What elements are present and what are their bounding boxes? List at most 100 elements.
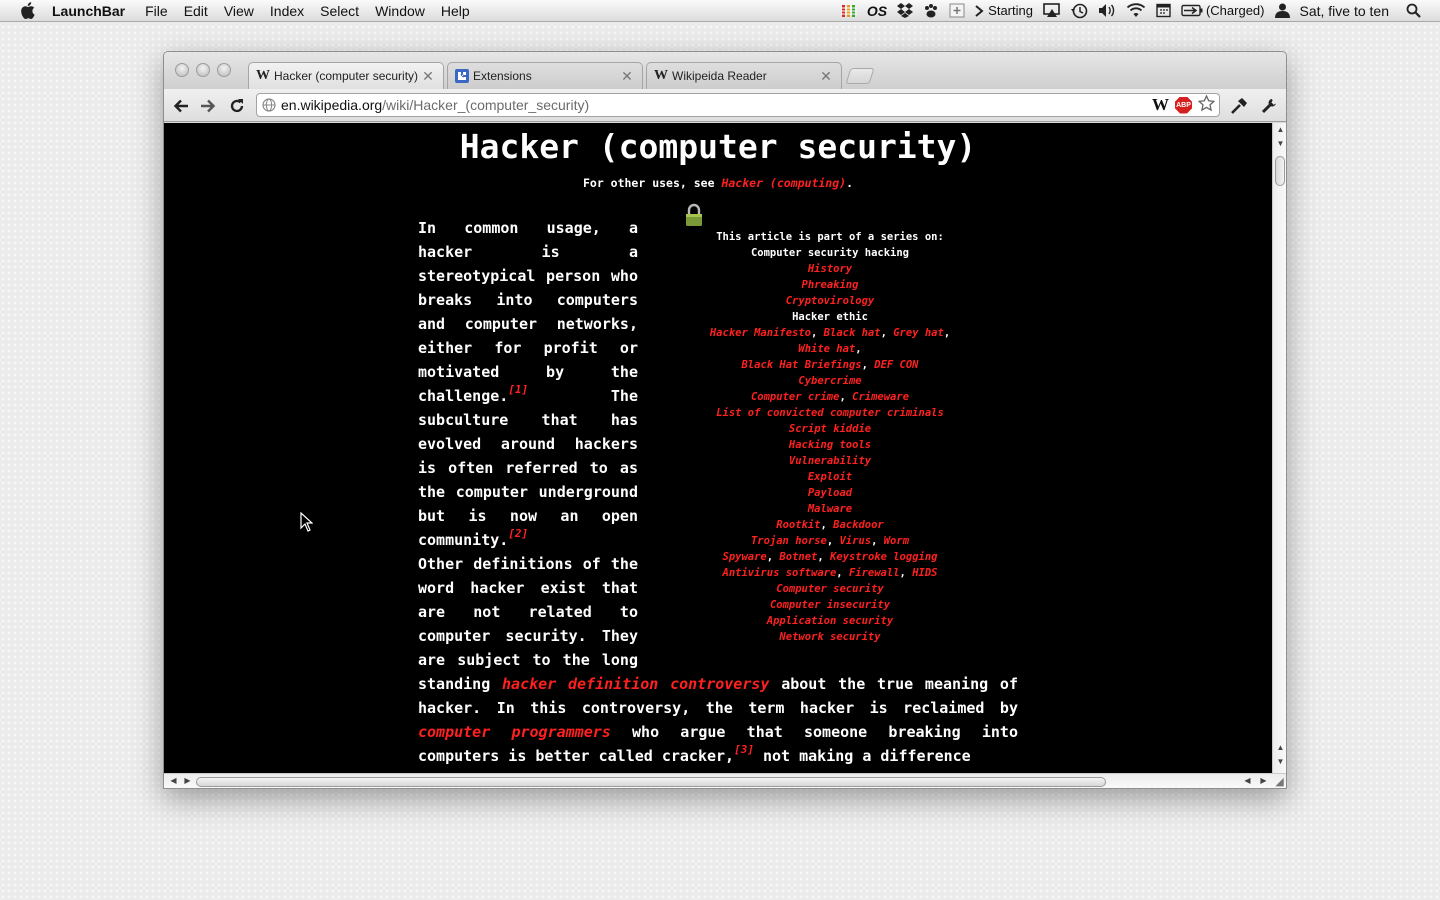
- close-window-button[interactable]: [175, 63, 189, 77]
- link-def-con[interactable]: DEF CON: [874, 359, 918, 371]
- link-computer-crime[interactable]: Computer crime: [751, 391, 840, 403]
- link-botnet[interactable]: Botnet: [779, 551, 817, 563]
- tab-hacker-computer-security[interactable]: W Hacker (computer security) ✕: [248, 62, 444, 89]
- back-button[interactable]: [170, 95, 192, 117]
- menu-window[interactable]: Window: [367, 0, 433, 22]
- menu-select[interactable]: Select: [312, 0, 367, 22]
- scroll-down-arrow-icon[interactable]: ▼: [1273, 757, 1286, 766]
- screenshot-menu-icon[interactable]: [944, 0, 970, 22]
- link-keystroke-logging[interactable]: Keystroke logging: [830, 551, 937, 563]
- scroll-down-arrow-icon[interactable]: ▼: [1273, 139, 1286, 148]
- battery-status[interactable]: (Charged): [1176, 0, 1270, 22]
- os-indicator[interactable]: OS: [862, 0, 892, 22]
- link-crimeware[interactable]: Crimeware: [852, 391, 909, 403]
- link-exploit[interactable]: Exploit: [808, 471, 852, 483]
- scroll-up-arrow-icon[interactable]: ▲: [1273, 743, 1286, 752]
- menu-help[interactable]: Help: [433, 0, 478, 22]
- tab-wikipeida-reader[interactable]: W Wikipeida Reader ✕: [646, 62, 842, 89]
- display-mirroring-icon[interactable]: [1038, 0, 1066, 22]
- link-computer-security[interactable]: Computer security: [776, 583, 883, 595]
- link-script-kiddie[interactable]: Script kiddie: [789, 423, 871, 435]
- link-computer-insecurity[interactable]: Computer insecurity: [770, 599, 890, 611]
- link-white-hat[interactable]: White hat: [798, 343, 855, 355]
- link-worm[interactable]: Worm: [884, 535, 909, 547]
- link-history[interactable]: History: [808, 263, 852, 275]
- scroll-up-arrow-icon[interactable]: ▲: [1273, 125, 1286, 134]
- link-hacking-tools[interactable]: Hacking tools: [789, 439, 871, 451]
- link-convicted-criminals[interactable]: List of convicted computer criminals: [716, 407, 944, 419]
- link-trojan-horse[interactable]: Trojan horse: [751, 535, 827, 547]
- link-application-security[interactable]: Application security: [767, 615, 893, 627]
- spotlight-search-icon[interactable]: [1394, 0, 1426, 22]
- resize-grip-icon[interactable]: ◢: [1272, 775, 1286, 788]
- calendar-icon[interactable]: [1151, 0, 1176, 22]
- vertical-scrollbar[interactable]: ▲ ▼ ▲ ▼: [1272, 123, 1286, 773]
- address-bar[interactable]: en.wikipedia.org/wiki/Hacker_(computer_s…: [256, 93, 1220, 117]
- citation-3[interactable]: [3]: [734, 743, 754, 756]
- page-content: Hacker (computer security) For other use…: [164, 123, 1272, 773]
- minimize-window-button[interactable]: [196, 63, 210, 77]
- hammer-extension-icon[interactable]: [1228, 95, 1250, 117]
- horizontal-scrollbar[interactable]: ◀ ▶ ◀ ▶ ◢: [164, 773, 1286, 788]
- tab-extensions[interactable]: Extensions ✕: [447, 62, 643, 89]
- menu-edit[interactable]: Edit: [176, 0, 216, 22]
- link-black-hat-briefings[interactable]: Black Hat Briefings: [741, 359, 861, 371]
- bookmark-star-icon[interactable]: [1197, 94, 1216, 115]
- menu-app-name[interactable]: LaunchBar: [48, 0, 137, 22]
- link-firewall[interactable]: Firewall: [849, 567, 900, 579]
- activity-status[interactable]: Starting: [970, 0, 1038, 22]
- menu-clock[interactable]: Sat, five to ten: [1295, 0, 1395, 22]
- link-grey-hat[interactable]: Grey hat: [893, 327, 944, 339]
- volume-icon[interactable]: [1093, 0, 1121, 22]
- menu-index[interactable]: Index: [262, 0, 312, 22]
- horizontal-scroll-thumb[interactable]: [196, 777, 1106, 787]
- hatnote-link[interactable]: Hacker (computing): [721, 176, 846, 190]
- close-tab-icon[interactable]: ✕: [819, 68, 833, 85]
- reload-button[interactable]: [226, 95, 248, 117]
- link-phreaking[interactable]: Phreaking: [802, 279, 859, 291]
- close-tab-icon[interactable]: ✕: [620, 68, 634, 85]
- wifi-icon[interactable]: [1121, 0, 1151, 22]
- link-vulnerability[interactable]: Vulnerability: [789, 455, 871, 467]
- wikipedia-extension-icon[interactable]: W: [1152, 95, 1169, 115]
- infobox-subject: Computer security hacking: [750, 247, 910, 259]
- scroll-right-arrow-icon[interactable]: ▶: [1256, 776, 1271, 785]
- link-virus[interactable]: Virus: [839, 535, 871, 547]
- new-tab-button[interactable]: [845, 68, 875, 84]
- link-spyware[interactable]: Spyware: [723, 551, 767, 563]
- close-tab-icon[interactable]: ✕: [421, 68, 435, 85]
- citation-1[interactable]: [1]: [508, 383, 528, 396]
- link-malware[interactable]: Malware: [808, 503, 852, 515]
- link-hacker-definition-controversy[interactable]: hacker definition controversy: [502, 675, 769, 693]
- menu-view[interactable]: View: [216, 0, 262, 22]
- status-menus: OS Starting (Charged) Sat, five to ten: [836, 0, 1440, 22]
- link-rootkit[interactable]: Rootkit: [776, 519, 820, 531]
- link-backdoor[interactable]: Backdoor: [833, 519, 884, 531]
- user-account[interactable]: [1270, 0, 1295, 22]
- apple-menu-icon[interactable]: [18, 2, 36, 20]
- link-cryptovirology[interactable]: Cryptovirology: [786, 295, 875, 307]
- scroll-left-arrow-icon[interactable]: ◀: [166, 776, 181, 785]
- link-cybercrime[interactable]: Cybercrime: [798, 375, 861, 387]
- dropbox-icon[interactable]: [892, 0, 918, 22]
- link-black-hat[interactable]: Black hat: [824, 327, 881, 339]
- scroll-right-arrow-icon[interactable]: ▶: [180, 776, 195, 785]
- zoom-window-button[interactable]: [217, 63, 231, 77]
- time-machine-icon[interactable]: [1066, 0, 1093, 22]
- network-meter-icon[interactable]: [836, 0, 862, 22]
- vertical-scroll-thumb[interactable]: [1275, 156, 1285, 186]
- link-computer-programmers[interactable]: computer programmers: [418, 723, 611, 741]
- link-hids[interactable]: HIDS: [912, 567, 937, 579]
- link-payload[interactable]: Payload: [808, 487, 852, 499]
- wrench-menu-icon[interactable]: [1258, 95, 1280, 117]
- menu-file[interactable]: File: [137, 0, 176, 22]
- link-network-security[interactable]: Network security: [779, 631, 880, 643]
- adblock-plus-icon[interactable]: ABP: [1175, 96, 1192, 114]
- forward-button[interactable]: [197, 95, 219, 117]
- citation-2[interactable]: [2]: [508, 527, 528, 540]
- growl-paw-icon[interactable]: [918, 0, 944, 22]
- scroll-left-arrow-icon[interactable]: ◀: [1240, 776, 1255, 785]
- link-antivirus-software[interactable]: Antivirus software: [723, 567, 837, 579]
- tab-strip: W Hacker (computer security) ✕ Extension…: [164, 52, 1286, 89]
- link-hacker-manifesto[interactable]: Hacker Manifesto: [710, 327, 811, 339]
